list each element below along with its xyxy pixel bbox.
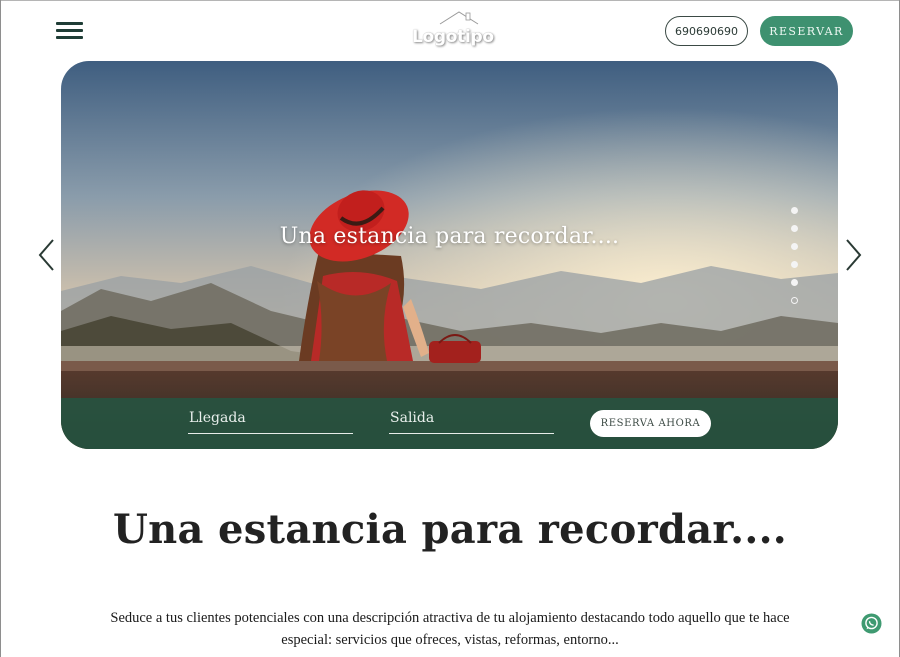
description-line: especial: servicios que ofreces, vistas,… [281, 632, 619, 648]
departure-date-field[interactable]: Salida [389, 410, 554, 434]
chevron-left-icon[interactable] [37, 238, 57, 272]
menu-bar [56, 29, 83, 32]
menu-bar [56, 36, 83, 39]
book-now-button[interactable]: RESERVA AHORA [590, 410, 711, 437]
phone-button[interactable]: 690690690 [665, 16, 748, 46]
hamburger-menu-icon[interactable] [56, 22, 84, 40]
site-logo[interactable]: Logotipo [412, 10, 494, 48]
window-left-edge [0, 0, 1, 657]
chevron-right-icon[interactable] [843, 238, 863, 272]
reserve-button[interactable]: RESERVAR [760, 16, 853, 46]
page-title: Una estancia para recordar.... [112, 506, 788, 553]
property-description: Seduce a tus clientes potenciales con un… [110, 607, 790, 651]
slider-pagination [791, 207, 799, 307]
slide-dot[interactable] [791, 279, 798, 286]
menu-bar [56, 22, 83, 25]
hero-slide-title: Una estancia para recordar.... [279, 224, 620, 249]
description-line: Seduce a tus clientes potenciales con un… [110, 610, 790, 626]
slide-dot[interactable] [791, 207, 798, 214]
site-header: Logotipo 690690690 RESERVAR [0, 0, 900, 60]
slide-dot-active[interactable] [791, 297, 798, 304]
slide-dot[interactable] [791, 243, 798, 250]
slide-dot[interactable] [791, 225, 798, 232]
arrival-date-field[interactable]: Llegada [188, 410, 353, 434]
hero-slider: Una estancia para recordar.... Llegada S… [61, 61, 838, 449]
hero-image [61, 61, 838, 449]
whatsapp-icon[interactable] [861, 613, 882, 634]
logo-text: Logotipo [412, 27, 494, 47]
slide-dot[interactable] [791, 261, 798, 268]
booking-bar: Llegada Salida RESERVA AHORA [61, 398, 838, 449]
